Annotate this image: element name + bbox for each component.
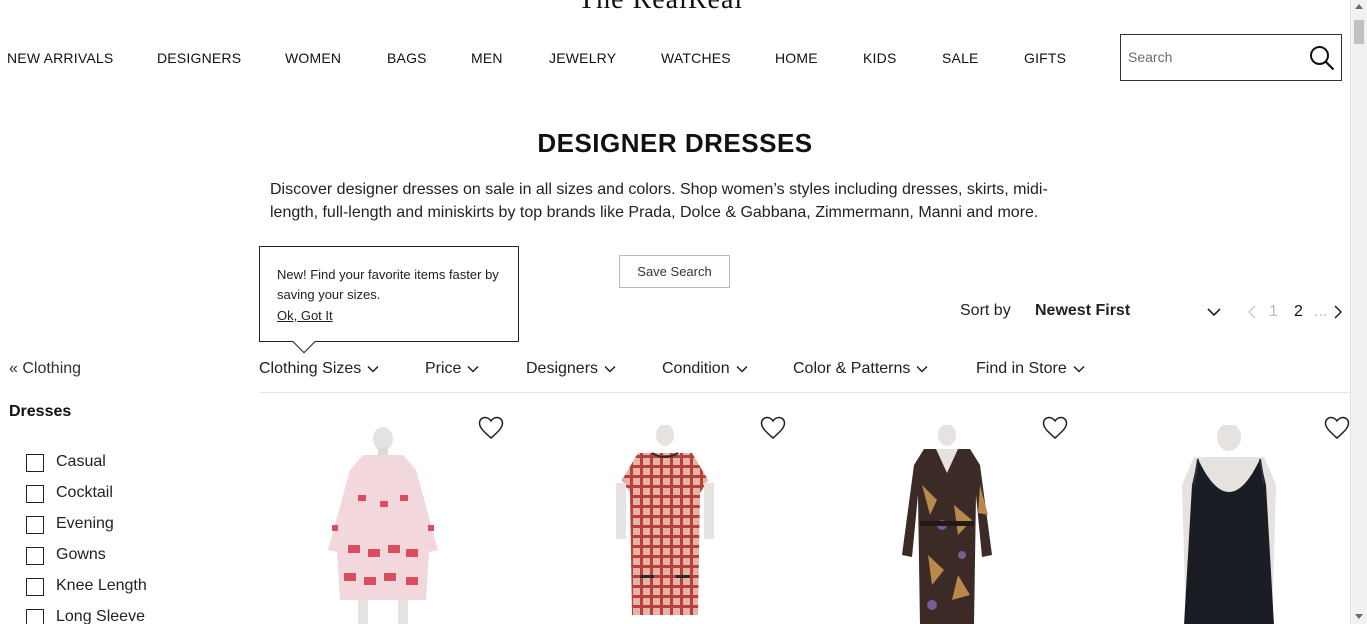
checkbox[interactable] bbox=[26, 578, 44, 596]
chevron-right-icon[interactable] bbox=[1332, 305, 1344, 319]
search-input[interactable] bbox=[1128, 49, 1298, 65]
product-image-black-sleeveless-dress[interactable] bbox=[1154, 425, 1304, 624]
chevron-down-icon bbox=[916, 365, 928, 373]
checkbox[interactable] bbox=[26, 485, 44, 503]
filter-price[interactable]: Price bbox=[425, 360, 479, 378]
chevron-left-icon[interactable] bbox=[1246, 305, 1258, 319]
nav-item-men[interactable]: MEN bbox=[471, 50, 503, 66]
checkbox[interactable] bbox=[26, 547, 44, 565]
filter-label: Designers bbox=[526, 360, 599, 377]
nav-item-new-arrivals[interactable]: NEW ARRIVALS bbox=[7, 50, 113, 66]
filter-divider bbox=[259, 392, 1350, 393]
filter-label: Price bbox=[425, 360, 462, 377]
filter-color-patterns[interactable]: Color & Patterns bbox=[793, 360, 928, 378]
heart-icon[interactable] bbox=[1042, 416, 1068, 440]
filter-label: Find in Store bbox=[976, 360, 1067, 377]
page-link-2[interactable]: 2 bbox=[1294, 303, 1303, 321]
filter-clothing-sizes[interactable]: Clothing Sizes bbox=[259, 360, 379, 378]
checkbox[interactable] bbox=[26, 609, 44, 624]
nav-item-kids[interactable]: KIDS bbox=[863, 50, 896, 66]
chevron-down-icon bbox=[1073, 365, 1085, 373]
chevron-down-icon[interactable] bbox=[1206, 306, 1222, 318]
category-label: Cocktail bbox=[56, 484, 113, 501]
heart-icon[interactable] bbox=[478, 416, 504, 440]
category-label: Knee Length bbox=[56, 577, 147, 594]
nav-item-women[interactable]: WOMEN bbox=[285, 50, 341, 66]
filter-label: Color & Patterns bbox=[793, 360, 911, 377]
category-label: Long Sleeve bbox=[56, 608, 145, 624]
nav-item-bags[interactable]: BAGS bbox=[387, 50, 427, 66]
page-link-1[interactable]: 1 bbox=[1269, 303, 1278, 321]
search-box bbox=[1120, 34, 1342, 81]
brand-logo[interactable]: The RealReal bbox=[578, 0, 743, 16]
nav-item-watches[interactable]: WATCHES bbox=[661, 50, 731, 66]
category-label: Evening bbox=[56, 515, 114, 532]
page-title: DESIGNER DRESSES bbox=[537, 128, 813, 158]
product-card[interactable] bbox=[258, 410, 528, 624]
tooltip-dismiss-link[interactable]: Ok, Got It bbox=[277, 308, 333, 323]
chevron-down-icon bbox=[736, 365, 748, 373]
filter-label: Clothing Sizes bbox=[259, 360, 362, 377]
scroll-up-icon[interactable] bbox=[1355, 4, 1363, 9]
scroll-thumb[interactable] bbox=[1354, 20, 1364, 44]
product-card[interactable] bbox=[1104, 410, 1367, 624]
nav-item-jewelry[interactable]: JEWELRY bbox=[549, 50, 616, 66]
tooltip-text: New! Find your favorite items faster by … bbox=[277, 267, 499, 302]
size-tooltip: New! Find your favorite items faster by … bbox=[259, 246, 519, 354]
nav-item-home[interactable]: HOME bbox=[775, 50, 818, 66]
product-image-red-plaid-dress[interactable] bbox=[610, 425, 720, 624]
tooltip-arrow bbox=[292, 330, 316, 354]
heart-icon[interactable] bbox=[1324, 416, 1350, 440]
filter-designers[interactable]: Designers bbox=[526, 360, 616, 378]
search-icon[interactable] bbox=[1309, 45, 1335, 71]
chevron-down-icon bbox=[367, 365, 379, 373]
nav-item-sale[interactable]: SALE bbox=[942, 50, 979, 66]
filter-find-in-store[interactable]: Find in Store bbox=[976, 360, 1085, 378]
category-label: Casual bbox=[56, 453, 106, 470]
page-description: Discover designer dresses on sale in all… bbox=[270, 181, 1048, 221]
sidebar-heading: Dresses bbox=[9, 403, 72, 420]
product-image-pink-floral-dress[interactable] bbox=[318, 425, 448, 624]
page-ellipsis: ... bbox=[1314, 303, 1328, 320]
filter-label: Condition bbox=[662, 360, 730, 377]
sort-label: Sort by bbox=[960, 302, 1011, 319]
heart-icon[interactable] bbox=[760, 416, 786, 440]
sort-select[interactable]: Newest First bbox=[1035, 302, 1130, 320]
nav-item-gifts[interactable]: GIFTS bbox=[1024, 50, 1066, 66]
category-label: Gowns bbox=[56, 546, 106, 563]
chevron-down-icon bbox=[467, 365, 479, 373]
page-scrollbar[interactable] bbox=[1350, 0, 1367, 624]
nav-item-designers[interactable]: DESIGNERS bbox=[157, 50, 241, 66]
product-card[interactable] bbox=[822, 410, 1092, 624]
save-search-button[interactable]: Save Search bbox=[619, 255, 730, 288]
filter-condition[interactable]: Condition bbox=[662, 360, 748, 378]
product-image-dark-floral-gown[interactable] bbox=[892, 425, 1002, 624]
checkbox[interactable] bbox=[26, 454, 44, 472]
chevron-down-icon bbox=[604, 365, 616, 373]
back-to-clothing-link[interactable]: « Clothing bbox=[9, 360, 81, 378]
checkbox[interactable] bbox=[26, 516, 44, 534]
product-card[interactable] bbox=[540, 410, 810, 624]
scroll-down-icon[interactable] bbox=[1355, 614, 1363, 619]
